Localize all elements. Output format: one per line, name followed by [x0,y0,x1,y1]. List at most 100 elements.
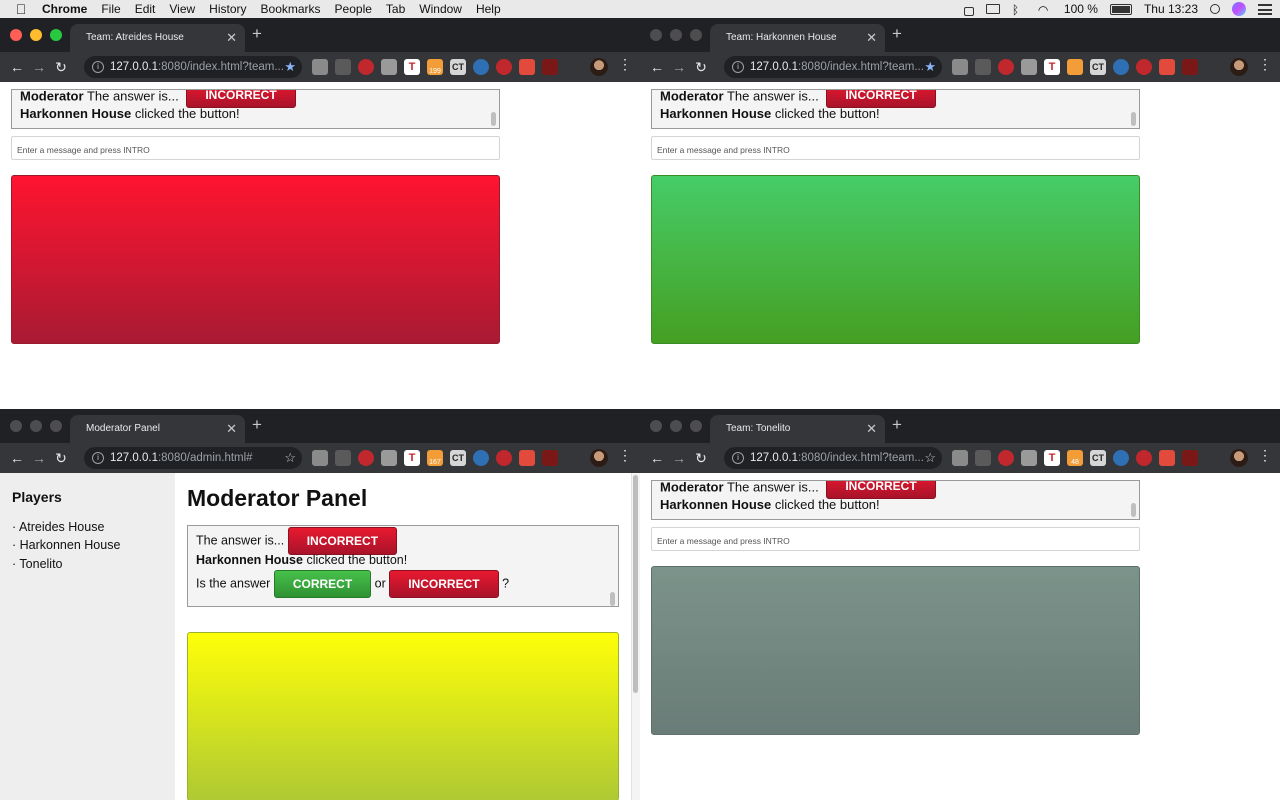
spotlight-search-icon[interactable] [1210,4,1220,14]
forward-icon[interactable]: → [668,59,690,75]
menu-people[interactable]: People [335,2,372,16]
extension-gradient-icon[interactable] [1021,59,1037,75]
extension-badge-icon[interactable] [1067,59,1083,75]
extension-ublock-icon[interactable] [358,59,374,75]
more-menu-icon[interactable]: ⋮ [618,447,632,464]
extension-cursor-icon[interactable] [542,450,558,466]
minimize-window-button[interactable] [30,420,42,432]
extension-mail-icon[interactable] [312,450,328,466]
address-bar[interactable]: i 127.0.0.1 :8080/admin.html# ☆ [84,447,302,469]
log-scrollbar[interactable] [1131,503,1136,517]
notification-center-icon[interactable] [1258,3,1272,15]
site-info-icon[interactable]: i [732,61,744,73]
menu-view[interactable]: View [169,2,195,16]
more-menu-icon[interactable]: ⋮ [618,56,632,73]
log-scrollbar[interactable] [610,592,615,606]
bookmark-star-icon[interactable]: ☆ [924,450,936,466]
extension-globe-icon[interactable] [1113,59,1129,75]
extension-t-icon[interactable]: T [404,450,420,466]
forward-icon[interactable]: → [668,450,690,466]
extension-mail-icon[interactable] [952,450,968,466]
extension-ct-icon[interactable]: CT [450,450,466,466]
extension-t-icon[interactable]: T [1044,450,1060,466]
extension-globe-icon[interactable] [1113,450,1129,466]
extension-rocket-icon[interactable] [975,59,991,75]
zoom-window-button[interactable] [690,29,702,41]
menu-help[interactable]: Help [476,2,501,16]
extension-gradient-icon[interactable] [1021,450,1037,466]
back-icon[interactable]: ← [6,450,28,466]
extension-stop-icon[interactable] [496,59,512,75]
bookmark-star-icon[interactable]: ★ [284,59,296,75]
bookmark-star-icon[interactable]: ☆ [284,450,296,466]
menu-app-name[interactable]: Chrome [42,2,87,16]
team-button[interactable] [651,566,1140,735]
extension-rocket-icon[interactable] [335,450,351,466]
back-icon[interactable]: ← [6,59,28,75]
extension-ct-icon[interactable]: CT [1090,59,1106,75]
zoom-window-button[interactable] [50,420,62,432]
clock[interactable]: Thu 13:23 [1144,2,1198,16]
profile-avatar[interactable] [590,58,608,76]
site-info-icon[interactable]: i [732,452,744,464]
extension-t-icon[interactable]: T [1044,59,1060,75]
extension-ublock-icon[interactable] [358,450,374,466]
extension-badge-icon[interactable]: 167 [427,450,443,466]
extension-cursor-icon[interactable] [1182,450,1198,466]
incorrect-button[interactable]: INCORRECT [389,570,499,598]
new-tab-icon[interactable]: + [252,24,262,44]
zoom-window-button[interactable] [50,29,62,41]
extension-gradient-icon[interactable] [381,59,397,75]
tab-atreides[interactable]: Team: Atreides House ✕ [70,24,245,52]
extension-globe-icon[interactable] [473,450,489,466]
lock-icon[interactable] [963,6,974,16]
forward-icon[interactable]: → [28,59,50,75]
menu-edit[interactable]: Edit [135,2,156,16]
reload-icon[interactable]: ↻ [690,450,712,467]
team-button[interactable] [11,175,500,344]
reload-icon[interactable]: ↻ [50,450,72,467]
message-input[interactable]: Enter a message and press INTRO [651,527,1140,551]
zoom-window-button[interactable] [690,420,702,432]
site-info-icon[interactable]: i [92,452,104,464]
log-scrollbar[interactable] [1131,112,1136,126]
extension-rocket-icon[interactable] [975,450,991,466]
address-bar[interactable]: i 127.0.0.1 :8080/index.html?team... ★ [724,56,942,78]
extension-ct-icon[interactable]: CT [450,59,466,75]
extension-shield-icon[interactable] [1159,59,1175,75]
extension-cursor-icon[interactable] [1182,59,1198,75]
airplay-icon[interactable] [985,4,1000,14]
tab-tonelito[interactable]: Team: Tonelito ✕ [710,415,885,443]
more-menu-icon[interactable]: ⋮ [1258,447,1272,464]
extension-cursor-icon[interactable] [542,59,558,75]
wifi-icon[interactable]: ◠ [1038,3,1052,17]
menu-bookmarks[interactable]: Bookmarks [261,2,321,16]
menu-history[interactable]: History [209,2,246,16]
reload-icon[interactable]: ↻ [690,59,712,76]
extension-t-icon[interactable]: T [404,59,420,75]
extension-mail-icon[interactable] [312,59,328,75]
battery-icon[interactable] [1109,3,1132,15]
forward-icon[interactable]: → [28,450,50,466]
extension-shield-icon[interactable] [519,59,535,75]
extension-ublock-icon[interactable] [998,59,1014,75]
tab-harkonnen[interactable]: Team: Harkonnen House ✕ [710,24,885,52]
message-input[interactable]: Enter a message and press INTRO [651,136,1140,160]
minimize-window-button[interactable] [670,420,682,432]
page-scroll-track[interactable] [631,473,640,800]
minimize-window-button[interactable] [30,29,42,41]
profile-avatar[interactable] [1230,58,1248,76]
extension-shield-icon[interactable] [519,450,535,466]
message-input[interactable]: Enter a message and press INTRO [11,136,500,160]
new-tab-icon[interactable]: + [252,415,262,435]
site-info-icon[interactable]: i [92,61,104,73]
extension-ublock-icon[interactable] [998,450,1014,466]
profile-avatar[interactable] [590,449,608,467]
close-tab-icon[interactable]: ✕ [866,30,877,46]
extension-mail-icon[interactable] [952,59,968,75]
extension-shield-icon[interactable] [1159,450,1175,466]
close-window-button[interactable] [10,29,22,41]
extension-ct-icon[interactable]: CT [1090,450,1106,466]
more-menu-icon[interactable]: ⋮ [1258,56,1272,73]
close-tab-icon[interactable]: ✕ [226,30,237,46]
